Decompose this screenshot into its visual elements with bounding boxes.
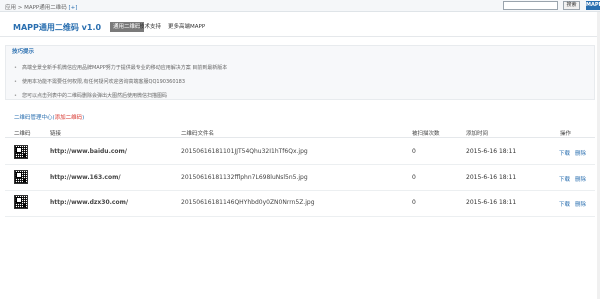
delete-link[interactable]: 删除 — [575, 200, 586, 208]
delete-link[interactable]: 删除 — [575, 175, 586, 183]
row-scan-count: 0 — [412, 148, 416, 155]
row-filename: 20150616181146QHYhbd0y0ZN0Nrrn5Z.jpg — [181, 199, 315, 206]
download-link[interactable]: 下载 — [559, 200, 570, 208]
help-title: 技巧提示 — [12, 49, 35, 55]
download-link[interactable]: 下载 — [559, 175, 570, 183]
row-added-time: 2015-6-16 18:11 — [466, 174, 517, 181]
qrcode-thumbnail[interactable] — [14, 145, 28, 159]
breadcrumb-text[interactable]: 应用 > MAPP通用二维码 — [5, 5, 67, 11]
row-link[interactable]: http://www.baidu.com/ — [50, 148, 127, 155]
download-link[interactable]: 下载 — [559, 149, 570, 157]
row-filename: 20150616181101JJT54Qhu32I1hTf6Qx.jpg — [181, 148, 308, 155]
tip-item: 您可以点击列表中的二维码删除会弹出大图然后使用微信扫描图码 — [14, 92, 167, 99]
row-scan-count: 0 — [412, 199, 416, 206]
page-title: MAPP通用二维码 v1.0 — [13, 23, 102, 32]
column-header-scan-count: 被扫描次数 — [412, 131, 440, 137]
delete-link[interactable]: 删除 — [575, 149, 586, 157]
row-filename: 20150616181132fflphn7L698luNsl5n5.jpg — [181, 174, 308, 181]
list-title-prefix: 二维码管理中心( — [14, 115, 55, 121]
row-added-time: 2015-6-16 18:11 — [466, 199, 517, 206]
row-added-time: 2015-6-16 18:11 — [466, 148, 517, 155]
search-button[interactable]: 搜索 — [563, 1, 580, 10]
mapp-badge[interactable]: MAPP — [586, 1, 600, 10]
qrcode-thumbnail[interactable] — [14, 195, 28, 209]
breadcrumb: 应用 > MAPP通用二维码 [+] — [5, 3, 77, 11]
table-header-divider — [5, 137, 595, 138]
column-header-qrcode: 二维码 — [14, 131, 31, 137]
add-qrcode-link[interactable]: 添加二维码 — [55, 115, 83, 121]
add-favorite-link[interactable]: [+] — [69, 5, 78, 11]
row-link[interactable]: http://www.163.com/ — [50, 174, 121, 181]
row-scan-count: 0 — [412, 174, 416, 181]
tip-item: 使用本功能不需要任何权限,有任何疑问欢迎咨询高端客服QQ190360183 — [14, 78, 185, 85]
column-header-filename: 二维码文件名 — [181, 131, 215, 137]
tip-item: 高端全景全新手机微信应用品牌MAPP努力于提供最专业的移动应用解决方案 目前到最… — [14, 64, 227, 71]
tab-support[interactable]: 技术支持 — [139, 22, 161, 32]
list-title-suffix: ) — [82, 115, 85, 121]
column-header-added-time: 添加时间 — [466, 131, 489, 137]
column-header-link: 链接 — [50, 131, 62, 137]
tab-more-mapp[interactable]: 更多高端MAPP — [168, 22, 205, 32]
search-input[interactable] — [503, 1, 558, 10]
list-title: 二维码管理中心(添加二维码) — [14, 113, 84, 121]
column-header-actions: 操作 — [560, 131, 572, 137]
row-link[interactable]: http://www.dzx30.com/ — [50, 199, 128, 206]
qrcode-thumbnail[interactable] — [14, 170, 28, 184]
